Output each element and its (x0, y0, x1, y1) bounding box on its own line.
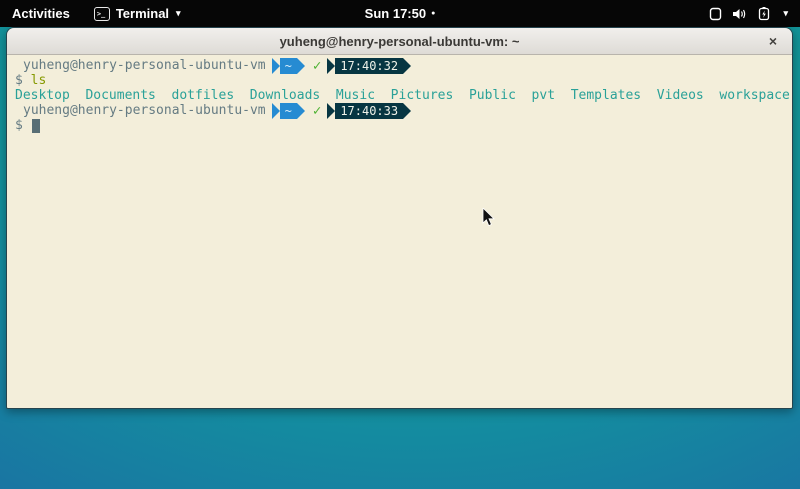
powerline-separator-icon (403, 58, 411, 74)
notification-dot: ● (431, 10, 435, 17)
text-cursor (32, 119, 40, 133)
time-badge: 17:40:32 (335, 58, 403, 74)
chevron-down-icon: ▾ (176, 8, 181, 19)
terminal-window: yuheng@henry-personal-ubuntu-vm: ~ × yuh… (6, 27, 793, 409)
prompt-symbol: $ (15, 73, 23, 88)
cwd-badge: ~ (280, 58, 297, 74)
powerline-separator-icon (272, 58, 280, 74)
output-line: Desktop Documents dotfiles Downloads Mus… (15, 88, 792, 103)
chevron-down-icon: ▾ (783, 8, 788, 19)
app-menu-label: Terminal (116, 6, 169, 21)
prompt-symbol: $ (15, 118, 23, 133)
time-badge: 17:40:33 (335, 103, 403, 119)
desktop: Activities >_ Terminal ▾ Sun 17:50 ● (0, 0, 800, 489)
check-icon: ✓ (313, 103, 321, 119)
battery-charging-icon (757, 7, 772, 21)
powerline-separator-icon (327, 58, 335, 74)
titlebar[interactable]: yuheng@henry-personal-ubuntu-vm: ~ × (7, 28, 792, 55)
volume-icon (732, 7, 747, 21)
powerline-separator-icon (403, 103, 411, 119)
powerline-separator-icon (297, 103, 305, 119)
cwd-badge: ~ (280, 103, 297, 119)
terminal-icon: >_ (94, 7, 110, 21)
terminal-content[interactable]: yuheng@henry-personal-ubuntu-vm ~ ✓ 17:4… (7, 55, 792, 408)
command-line: $ ls (15, 73, 792, 88)
prompt-line: yuheng@henry-personal-ubuntu-vm ~ ✓ 17:4… (15, 58, 792, 73)
directory-list: Desktop Documents dotfiles Downloads Mus… (15, 88, 790, 103)
system-menu-button[interactable]: ▾ (697, 0, 800, 27)
prompt-user: yuheng@henry-personal-ubuntu-vm (23, 58, 266, 73)
powerline-separator-icon (327, 103, 335, 119)
close-icon[interactable]: × (764, 32, 782, 50)
prompt-line: yuheng@henry-personal-ubuntu-vm ~ ✓ 17:4… (15, 103, 792, 118)
command-text: ls (31, 73, 47, 88)
clock-label: Sun 17:50 (365, 6, 426, 21)
activities-button[interactable]: Activities (0, 0, 82, 27)
powerline-separator-icon (297, 58, 305, 74)
input-line[interactable]: $ (15, 118, 792, 133)
window-title: yuheng@henry-personal-ubuntu-vm: ~ (280, 34, 520, 49)
top-bar: Activities >_ Terminal ▾ Sun 17:50 ● (0, 0, 800, 27)
prompt-user: yuheng@henry-personal-ubuntu-vm (23, 103, 266, 118)
display-icon (709, 7, 722, 21)
check-icon: ✓ (313, 58, 321, 74)
powerline-separator-icon (272, 103, 280, 119)
app-menu-button[interactable]: >_ Terminal ▾ (82, 0, 193, 27)
